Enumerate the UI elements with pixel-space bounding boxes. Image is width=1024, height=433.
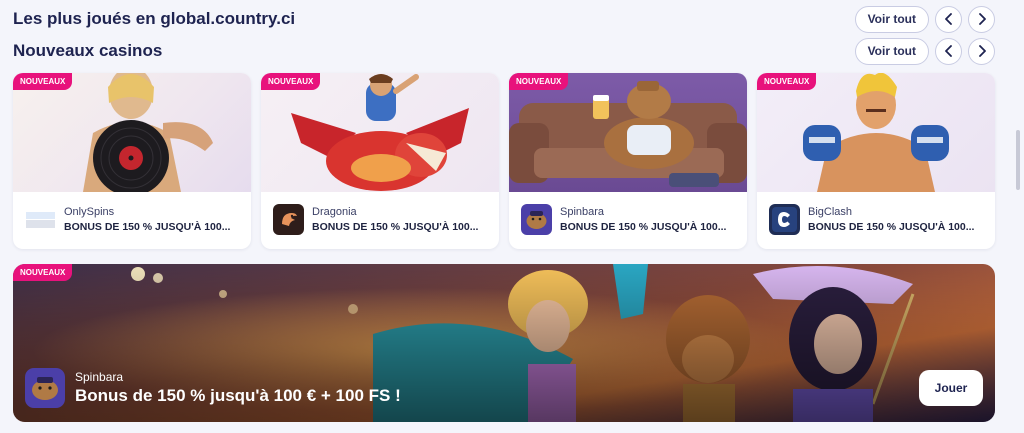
chevron-left-icon — [944, 13, 952, 25]
casino-card-dragonia[interactable]: NOUVEAUX Dragonia BONUS DE 150 % JUSQU'À… — [261, 73, 499, 249]
chevron-right-icon — [978, 45, 986, 57]
capybara-logo-mark — [526, 211, 547, 229]
card-artwork: NOUVEAUX — [509, 73, 747, 192]
casino-card-onlyspins[interactable]: NOUVEAUX OnlySpins BONUS DE 150 % JUSQU'… — [13, 73, 251, 249]
casino-card-spinbara[interactable]: NOUVEAUX Spinbara BONUS DE 150 % JUSQU'À… — [509, 73, 747, 249]
onlyspins-logo-mark — [26, 210, 55, 229]
section-header-most-played: Les plus joués en global.country.ci Voir… — [13, 5, 995, 33]
chevron-right-icon — [978, 13, 986, 25]
section-controls: Voir tout — [854, 37, 995, 65]
casino-name: OnlySpins — [64, 206, 115, 218]
section-title: Nouveaux casinos — [13, 41, 163, 60]
casino-bonus: BONUS DE 150 % JUSQU'À 100... — [808, 221, 975, 233]
casino-bonus: BONUS DE 150 % JUSQU'À 100... — [560, 221, 727, 233]
casino-name: Dragonia — [312, 206, 357, 218]
banner-casino-name: Spinbara — [75, 370, 124, 384]
casino-card-list: NOUVEAUX OnlySpins BONUS DE 150 % JUSQU'… — [13, 73, 995, 249]
capybara-logo-mark — [32, 377, 58, 400]
casino-bonus: BONUS DE 150 % JUSQU'À 100... — [312, 221, 479, 233]
new-badge: NOUVEAUX — [13, 264, 73, 281]
play-button[interactable]: Jouer — [919, 370, 983, 406]
card-info: Dragonia BONUS DE 150 % JUSQU'À 100... — [261, 192, 499, 235]
fighter-illustration — [803, 73, 949, 192]
casino-card-bigclash[interactable]: NOUVEAUX BigClash BONUS DE 150 % JUSQU'À… — [757, 73, 995, 249]
new-badge: NOUVEAUX — [261, 73, 321, 90]
new-badge: NOUVEAUX — [757, 73, 817, 90]
prev-button[interactable] — [935, 37, 962, 65]
dragon-logo-mark — [282, 213, 297, 226]
section-controls: Voir tout — [854, 5, 995, 33]
section-header-new-casinos: Nouveaux casinos Voir tout — [13, 37, 995, 65]
new-badge: NOUVEAUX — [509, 73, 569, 90]
featured-casino-banner[interactable]: NOUVEAUX Spinbara Bonus de 150 % jusqu'à… — [13, 264, 995, 422]
bigclash-logo — [769, 204, 800, 235]
card-info: OnlySpins BONUS DE 150 % JUSQU'À 100... — [13, 192, 251, 235]
casino-bonus: BONUS DE 150 % JUSQU'À 100... — [64, 221, 231, 233]
card-info: Spinbara BONUS DE 150 % JUSQU'À 100... — [509, 192, 747, 235]
next-button[interactable] — [968, 37, 995, 65]
card-artwork: NOUVEAUX — [261, 73, 499, 192]
prev-button[interactable] — [935, 5, 962, 33]
capybara-sofa-illustration — [509, 81, 747, 187]
banner-bonus-text: Bonus de 150 % jusqu'à 100 € + 100 FS ! — [75, 386, 401, 405]
spinbara-logo — [521, 204, 552, 235]
onlyspins-logo — [25, 204, 56, 235]
bigclash-logo-mark — [772, 207, 797, 232]
spinbara-logo — [25, 368, 65, 408]
card-info: BigClash BONUS DE 150 % JUSQU'À 100... — [757, 192, 995, 235]
casino-name: BigClash — [808, 206, 853, 218]
banner-info: Spinbara Bonus de 150 % jusqu'à 100 € + … — [25, 368, 401, 408]
section-title: Les plus joués en global.country.ci — [13, 9, 296, 28]
chevron-left-icon — [944, 45, 952, 57]
page-scrollbar[interactable] — [1016, 130, 1020, 190]
card-artwork: NOUVEAUX — [13, 73, 251, 192]
card-artwork: NOUVEAUX — [757, 73, 995, 192]
dragon-illustration — [291, 74, 469, 191]
see-all-button[interactable]: Voir tout — [854, 37, 929, 65]
see-all-button[interactable]: Voir tout — [854, 5, 929, 33]
vinyl-figure-illustration — [83, 73, 213, 192]
casino-name: Spinbara — [560, 206, 605, 218]
dragonia-logo — [273, 204, 304, 235]
new-badge: NOUVEAUX — [13, 73, 73, 90]
next-button[interactable] — [968, 5, 995, 33]
